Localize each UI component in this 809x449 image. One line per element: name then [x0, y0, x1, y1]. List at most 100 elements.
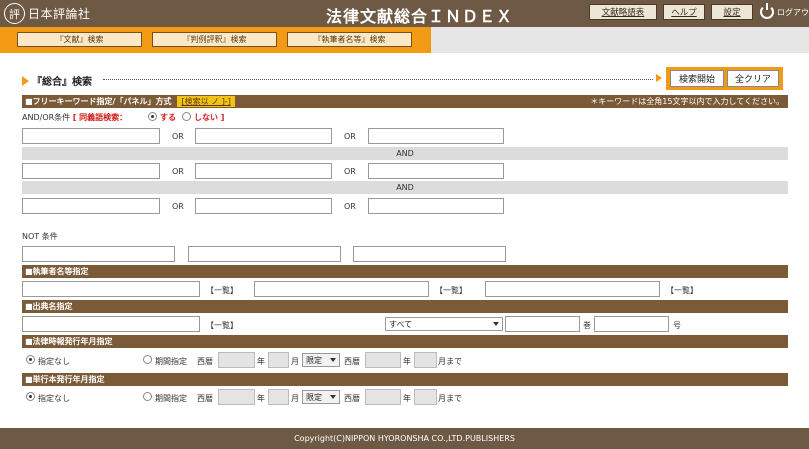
era-label: 西暦 [344, 357, 360, 366]
synonym-no-label: しない ] [194, 113, 225, 122]
keyword-input-2-1[interactable] [22, 163, 160, 179]
tankobon-range-value: 限定 [306, 392, 322, 402]
houritsu-to-year[interactable] [365, 352, 401, 368]
section-title-text: 『総合』検索 [32, 77, 92, 88]
year-label: 年 [403, 357, 411, 366]
tabs-bar: 『文献』検索 『判例評釈』検索 『執筆者名等』検索 [0, 27, 431, 53]
era-label: 西暦 [197, 394, 213, 403]
publication-bar-label: ■出典名指定 [25, 302, 73, 311]
settings-button[interactable]: 設定 [711, 4, 753, 20]
tankobon-none-label: 指定なし [38, 394, 70, 403]
not-input-3[interactable] [353, 246, 506, 262]
or-label: OR [344, 167, 356, 176]
tankobon-period-radio[interactable] [143, 392, 152, 401]
tankobon-range-select[interactable]: 限定 [302, 390, 340, 404]
keyword-input-1-3[interactable] [368, 128, 504, 144]
tab-literature[interactable]: 『文献』検索 [17, 32, 142, 47]
freeword-bar-label: ■フリーキーワード指定/「パネル」方式 [25, 97, 172, 106]
keyword-input-3-3[interactable] [368, 198, 504, 214]
tab-case-commentary[interactable]: 『判例評釈』検索 [152, 32, 277, 47]
month-label: 月 [291, 394, 299, 403]
author-bar: ■執筆者名等指定 [22, 265, 788, 278]
until-label: 月まで [438, 357, 462, 366]
author-list-link-1[interactable]: 【一覧】 [206, 285, 238, 296]
tankobon-bar: ■単行本発行年月指定 [22, 373, 788, 386]
site-title: 法律文献総合ＩＮＤＥＸ [326, 7, 514, 26]
houritsu-none-label: 指定なし [38, 357, 70, 366]
dotted-divider [103, 79, 653, 80]
keyword-input-1-2[interactable] [195, 128, 332, 144]
not-input-2[interactable] [188, 246, 341, 262]
andor-line: AND/OR条件 [ 同義語検索： [22, 112, 127, 123]
tankobon-bar-label: ■単行本発行年月指定 [25, 375, 105, 384]
keyword-input-3-1[interactable] [22, 198, 160, 214]
footer: Copyright(C)NIPPON HYORONSHA CO.,LTD.PUB… [0, 428, 809, 449]
month-label: 月 [291, 357, 299, 366]
logo-text: 日本評論社 [28, 7, 91, 21]
keyword-input-3-2[interactable] [195, 198, 332, 214]
section-title: 『総合』検索 [22, 73, 92, 88]
tankobon-from-month[interactable] [268, 389, 289, 405]
publication-input[interactable] [22, 316, 200, 332]
houritsu-range-select[interactable]: 限定 [302, 353, 340, 367]
publication-list-link[interactable]: 【一覧】 [206, 320, 238, 331]
help-button[interactable]: ヘルプ [663, 4, 705, 20]
tankobon-to-month[interactable] [414, 389, 437, 405]
abbreviation-list-button[interactable]: 文献略語表 [589, 4, 657, 20]
freeword-note: ＊キーワードは全角15文字以内で入力してください。 [590, 97, 784, 106]
synonym-yes-radio[interactable] [148, 112, 157, 121]
chevron-down-icon [330, 395, 336, 399]
logout-label: ログアウ [777, 7, 809, 17]
author-input-1[interactable] [22, 281, 200, 297]
volume-input[interactable] [505, 316, 580, 332]
tankobon-from-year[interactable] [218, 389, 255, 405]
logo[interactable]: 評 日本評論社 [4, 3, 91, 24]
triangle-icon [656, 74, 662, 82]
keyword-input-2-3[interactable] [368, 163, 504, 179]
number-input[interactable] [594, 316, 669, 332]
number-label: 号 [673, 321, 681, 330]
year-label: 年 [257, 394, 265, 403]
keyword-input-1-1[interactable] [22, 128, 160, 144]
keyword-input-2-2[interactable] [195, 163, 332, 179]
houritsu-from-year[interactable] [218, 352, 255, 368]
or-label: OR [344, 202, 356, 211]
freeword-bar: ■フリーキーワード指定/「パネル」方式 [検索以 ノ ]-] ＊キーワードは全角… [22, 95, 788, 108]
author-list-link-3[interactable]: 【一覧】 [666, 285, 698, 296]
and-separator: AND [22, 181, 788, 194]
tankobon-to-year[interactable] [365, 389, 401, 405]
publication-bar: ■出典名指定 [22, 300, 788, 313]
houritsu-bar: ■法律時報発行年月指定 [22, 335, 788, 348]
synonym-yes-label: する [160, 113, 176, 122]
publication-select[interactable]: すべて [385, 317, 503, 331]
synonym-no-radio[interactable] [182, 112, 191, 121]
author-list-link-2[interactable]: 【一覧】 [435, 285, 467, 296]
chevron-down-icon [493, 322, 499, 326]
triangle-icon [22, 75, 29, 86]
author-input-2[interactable] [254, 281, 429, 297]
or-label: OR [172, 167, 184, 176]
houritsu-period-radio[interactable] [143, 355, 152, 364]
or-label: OR [172, 132, 184, 141]
clear-all-button[interactable]: 全クリア [727, 70, 779, 87]
search-start-button[interactable]: 検索開始 [670, 70, 724, 87]
and-separator: AND [22, 147, 788, 160]
era-label: 西暦 [197, 357, 213, 366]
author-bar-label: ■執筆者名等指定 [25, 267, 89, 276]
logout-button[interactable]: ログアウ [760, 3, 809, 19]
houritsu-period-label: 期間指定 [155, 357, 187, 366]
year-label: 年 [403, 394, 411, 403]
tankobon-none-radio[interactable] [26, 392, 35, 401]
houritsu-from-month[interactable] [268, 352, 289, 368]
until-label: 月まで [438, 394, 462, 403]
tab-author[interactable]: 『執筆者名等』検索 [287, 32, 412, 47]
not-input-1[interactable] [22, 246, 175, 262]
or-label: OR [172, 202, 184, 211]
houritsu-none-radio[interactable] [26, 355, 35, 364]
synonym-label: [ 同義語検索： [72, 113, 128, 122]
author-input-3[interactable] [485, 281, 660, 297]
or-label: OR [344, 132, 356, 141]
change-mode-link[interactable]: [検索以 ノ ]-] [177, 96, 235, 107]
houritsu-to-month[interactable] [414, 352, 437, 368]
era-label: 西暦 [344, 394, 360, 403]
